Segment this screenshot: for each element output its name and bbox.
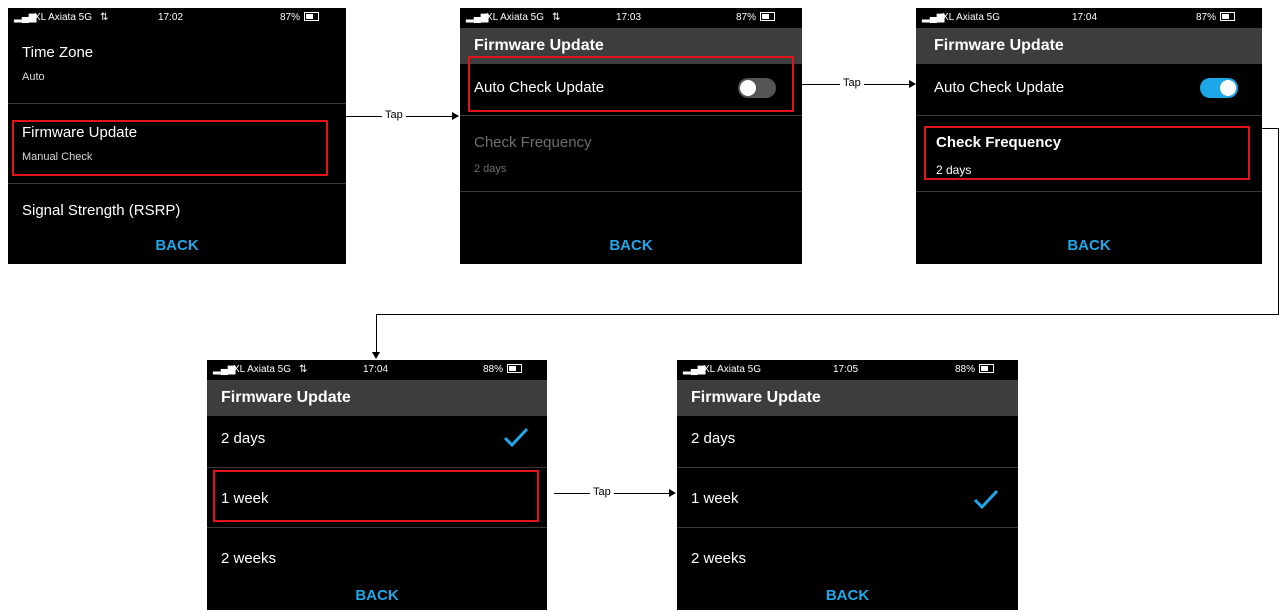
flow-connector-line (1278, 128, 1279, 314)
status-bar: ▂▄▆ XL Axiata 5G 17:05 88% (677, 360, 1018, 380)
battery-indicator: 87% (1196, 12, 1236, 23)
battery-icon (304, 12, 320, 21)
screen-firmware-update-enabled: ▂▄▆ XL Axiata 5G 17:04 87% Firmware Upda… (916, 8, 1262, 264)
battery-percent: 88% (483, 364, 504, 375)
back-button[interactable]: BACK (677, 587, 1018, 604)
back-button[interactable]: BACK (916, 237, 1262, 254)
status-bar: ▂▄▆ XL Axiata 5G ⇅ 17:04 88% (207, 360, 547, 380)
page-title: Firmware Update (207, 380, 547, 416)
setting-time-zone[interactable]: Time Zone Auto (8, 44, 346, 104)
back-button[interactable]: BACK (8, 237, 346, 254)
battery-icon (979, 364, 995, 373)
tap-label: Tap (840, 77, 864, 89)
arrowhead-icon (909, 80, 916, 88)
option-label: 2 weeks (691, 550, 747, 567)
clock: 17:02 (158, 12, 184, 23)
screen-check-frequency-selected: ▂▄▆ XL Axiata 5G 17:05 88% Firmware Upda… (677, 360, 1018, 610)
option-label: 2 weeks (221, 550, 277, 567)
network-icon: ⇅ (100, 12, 109, 23)
option-1-week[interactable]: 1 week (677, 468, 1018, 528)
back-button[interactable]: BACK (207, 587, 547, 604)
network-icon: ⇅ (552, 12, 561, 23)
carrier-label: XL Axiata 5G (34, 12, 92, 23)
battery-percent: 87% (1196, 12, 1217, 23)
battery-indicator: 87% (736, 12, 776, 23)
setting-title: Time Zone (22, 44, 94, 61)
toggle-knob (1220, 80, 1236, 96)
checkmark-icon (503, 427, 529, 448)
battery-icon (507, 364, 523, 373)
highlight-box (213, 470, 539, 522)
network-icon: ⇅ (299, 364, 308, 375)
option-label: 2 days (221, 430, 266, 447)
carrier-label: XL Axiata 5G (942, 12, 1000, 23)
battery-icon (760, 12, 776, 21)
highlight-box (468, 56, 794, 112)
option-2-days[interactable]: 2 days (207, 412, 547, 468)
battery-percent: 88% (955, 364, 976, 375)
option-2-weeks[interactable]: 2 weeks (677, 528, 1018, 578)
auto-check-toggle[interactable] (1200, 78, 1238, 98)
battery-percent: 87% (280, 12, 301, 23)
setting-value: 2 days (474, 163, 507, 175)
option-label: 1 week (691, 490, 739, 507)
clock: 17:04 (1072, 12, 1098, 23)
status-bar: ▂▄▆ XL Axiata 5G ⇅ 17:03 87% (460, 8, 802, 28)
highlight-box (12, 120, 328, 176)
setting-title: Signal Strength (RSRP) (22, 202, 181, 219)
screen-check-frequency: ▂▄▆ XL Axiata 5G ⇅ 17:04 88% Firmware Up… (207, 360, 547, 610)
flow-connector-line (376, 314, 377, 354)
arrowhead-icon (372, 352, 380, 359)
carrier-label: XL Axiata 5G (703, 364, 761, 375)
clock: 17:03 (616, 12, 642, 23)
flow-connector-line (376, 314, 1279, 315)
option-2-weeks[interactable]: 2 weeks (207, 528, 547, 578)
checkmark-icon (973, 489, 999, 510)
battery-icon (1220, 12, 1236, 21)
tap-label: Tap (382, 109, 406, 121)
carrier-label: XL Axiata 5G (486, 12, 544, 23)
screen-firmware-update: ▂▄▆ XL Axiata 5G ⇅ 17:03 87% Firmware Up… (460, 8, 802, 264)
arrowhead-icon (669, 489, 676, 497)
back-button[interactable]: BACK (460, 237, 802, 254)
flow-connector-line (1262, 128, 1278, 129)
setting-signal-strength[interactable]: Signal Strength (RSRP) (8, 196, 346, 226)
status-bar: ▂▄▆ XL Axiata 5G ⇅ 17:02 87% (8, 8, 346, 28)
carrier-label: XL Axiata 5G (233, 364, 291, 375)
battery-indicator: 88% (955, 364, 995, 375)
battery-percent: 87% (736, 12, 757, 23)
flow-arrow-line (554, 493, 674, 494)
option-2-days[interactable]: 2 days (677, 412, 1018, 468)
setting-check-frequency: Check Frequency 2 days (460, 120, 802, 192)
clock: 17:05 (833, 364, 859, 375)
clock: 17:04 (363, 364, 389, 375)
setting-title: Check Frequency (474, 134, 592, 151)
highlight-box (924, 126, 1250, 180)
battery-indicator: 87% (280, 12, 320, 23)
battery-indicator: 88% (483, 364, 523, 375)
option-label: 2 days (691, 430, 736, 447)
screen-settings: ▂▄▆ XL Axiata 5G ⇅ 17:02 87% Time Zone A… (8, 8, 346, 264)
status-bar: ▂▄▆ XL Axiata 5G 17:04 87% (916, 8, 1262, 28)
tap-label: Tap (590, 486, 614, 498)
page-title: Firmware Update (677, 380, 1018, 416)
arrowhead-icon (452, 112, 459, 120)
setting-value: Auto (22, 71, 45, 83)
page-title: Firmware Update (916, 28, 1262, 64)
